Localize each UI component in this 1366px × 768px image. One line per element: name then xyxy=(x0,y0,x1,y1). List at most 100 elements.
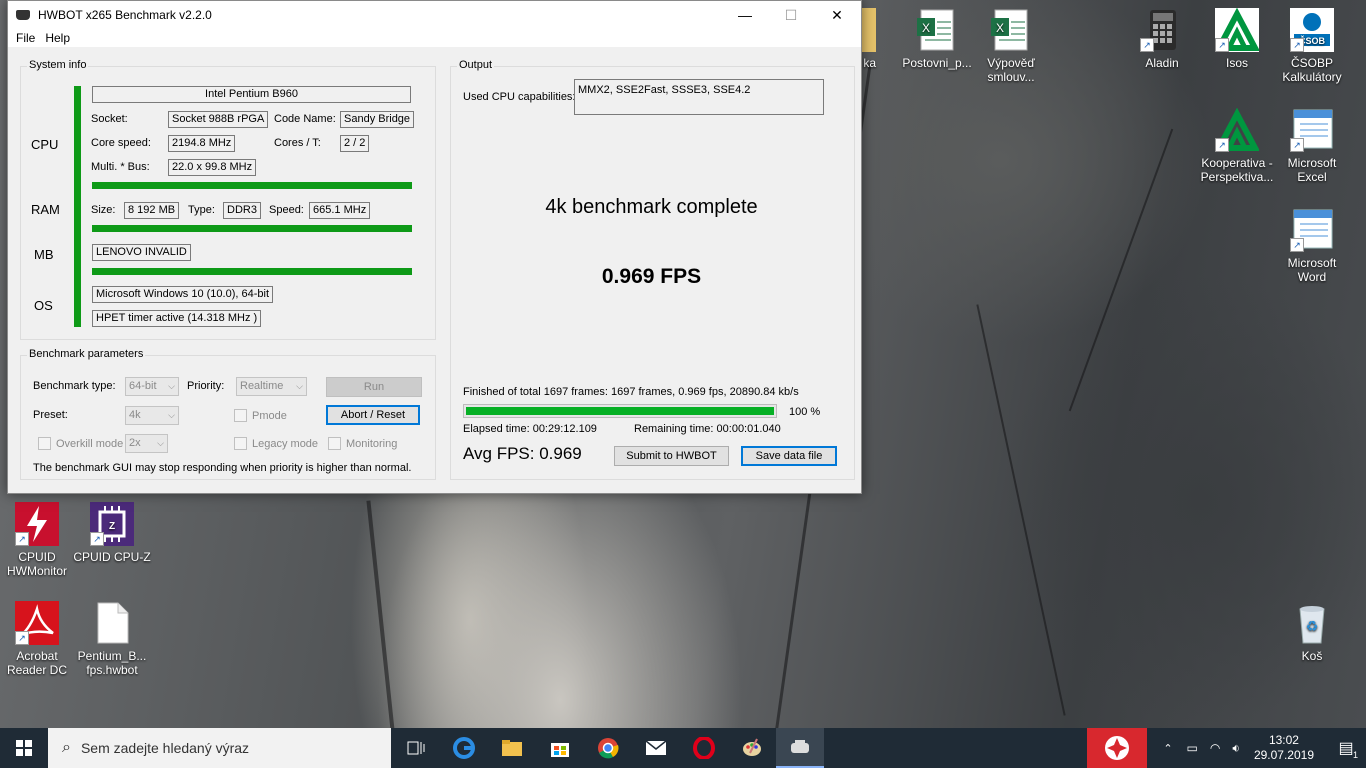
timer-value: HPET timer active (14.318 MHz ) xyxy=(92,310,262,327)
desktop-icon-acrobat[interactable]: ↗ Acrobat Reader DC xyxy=(0,601,76,677)
shortcut-arrow-icon: ↗ xyxy=(1215,38,1229,52)
chrome-icon[interactable] xyxy=(584,728,632,768)
close-button[interactable]: ✕ xyxy=(814,1,860,29)
run-button[interactable]: Run xyxy=(326,377,422,397)
windows-logo-icon xyxy=(16,740,32,756)
legacy-mode-checkbox[interactable]: Legacy mode xyxy=(234,437,318,450)
desktop-icon-word[interactable]: ↗ Microsoft Word xyxy=(1273,208,1351,284)
hwmonitor-icon: ↗ xyxy=(15,502,59,546)
clock[interactable]: 13:02 29.07.2019 xyxy=(1254,733,1314,763)
ram-speed-value: 665.1 MHz xyxy=(309,202,371,219)
desktop-icon-kooperativa[interactable]: ↗ Kooperativa - Perspektiva... xyxy=(1198,107,1276,184)
rock-crack xyxy=(366,500,398,728)
pmode-checkbox[interactable]: Pmode xyxy=(234,409,287,422)
codename-label: Code Name: xyxy=(274,113,336,125)
desktop-icon-csob[interactable]: ČSOB ↗ ČSOBP Kalkulátory xyxy=(1273,8,1351,84)
priority-select[interactable]: Realtime ⌵ xyxy=(236,377,307,396)
taskbar-search[interactable]: ⌕ Sem zadejte hledaný výraz xyxy=(48,728,391,768)
monitoring-checkbox[interactable]: Monitoring xyxy=(328,437,397,450)
separator-bar xyxy=(92,268,412,275)
title-bar[interactable]: HWBOT x265 Benchmark v2.2.0 — ☐ ✕ xyxy=(8,1,861,29)
taskbar-apps xyxy=(392,728,824,768)
multi-value: 22.0 x 99.8 MHz xyxy=(168,159,257,176)
preset-select[interactable]: 4k ⌵ xyxy=(125,406,179,425)
checkbox-box xyxy=(38,437,51,450)
desktop-icon-recycle[interactable]: ♻ Koš xyxy=(1273,601,1351,663)
separator-bar xyxy=(92,225,412,232)
cpu-caps-label: Used CPU capabilities: xyxy=(463,91,576,103)
mail-icon[interactable] xyxy=(632,728,680,768)
wifi-icon[interactable]: ◠ xyxy=(1210,741,1220,755)
status-message: 4k benchmark complete xyxy=(545,196,758,218)
avg-fps: Avg FPS: 0.969 xyxy=(463,444,582,463)
fps-result: 0.969 FPS xyxy=(601,265,702,288)
chevron-down-icon: ⌵ xyxy=(296,381,303,391)
battery-icon[interactable]: ▭ xyxy=(1187,741,1198,755)
shortcut-arrow-icon: ↗ xyxy=(90,532,104,546)
priority-label: Priority: xyxy=(187,380,225,392)
separator-bar xyxy=(92,182,412,189)
hwbot-window[interactable]: HWBOT x265 Benchmark v2.2.0 — ☐ ✕ File H… xyxy=(7,0,862,494)
shortcut-arrow-icon: ↗ xyxy=(15,532,29,546)
volume-icon[interactable]: 🔉︎ xyxy=(1232,741,1240,756)
ram-section-label: RAM xyxy=(31,202,60,217)
overkill-select[interactable]: 2x ⌵ xyxy=(125,434,168,453)
task-view-icon[interactable] xyxy=(392,728,440,768)
recycle-bin-icon: ♻ xyxy=(1290,601,1334,645)
search-icon: ⌕ xyxy=(62,739,71,756)
maximize-button[interactable]: ☐ xyxy=(768,1,814,29)
clock-date: 29.07.2019 xyxy=(1253,748,1314,762)
edge-icon[interactable] xyxy=(440,728,488,768)
menu-help[interactable]: Help xyxy=(40,31,75,45)
minimize-button[interactable]: — xyxy=(722,1,768,29)
preset-label: Preset: xyxy=(33,409,68,421)
codename-value: Sandy Bridge xyxy=(340,111,415,128)
menu-bar: File Help xyxy=(8,29,861,47)
desktop-icon-cpuz[interactable]: Z ↗ CPUID CPU-Z xyxy=(73,502,151,564)
socket-label: Socket: xyxy=(91,113,128,125)
csob-logo-icon: ČSOB ↗ xyxy=(1290,8,1334,52)
priority-warning: The benchmark GUI may stop responding wh… xyxy=(33,462,412,474)
overkill-checkbox[interactable]: Overkill mode xyxy=(38,437,123,450)
paint-icon[interactable] xyxy=(728,728,776,768)
desktop-icon-hwmonitor[interactable]: ↗ CPUID HWMonitor xyxy=(0,502,76,578)
hwbot-taskbar-icon[interactable] xyxy=(776,728,824,768)
remaining-time: Remaining time: 00:00:01.040 xyxy=(634,423,781,435)
elapsed-time: Elapsed time: 00:29:12.109 xyxy=(463,423,597,435)
system-info-label: System info xyxy=(27,59,89,71)
desktop-icon-hwbot-file[interactable]: Pentium_B... fps.hwbot xyxy=(73,601,151,677)
excel-app-icon: ↗ xyxy=(1290,108,1334,152)
cpu-caps-value: MMX2, SSE2Fast, SSSE3, SSE4.2 xyxy=(574,79,824,115)
chevron-up-icon[interactable]: ⌃ xyxy=(1163,742,1172,755)
start-button[interactable] xyxy=(0,728,48,768)
ram-type-label: Type: xyxy=(188,204,215,216)
svg-text:Z: Z xyxy=(109,521,115,532)
acrobat-icon: ↗ xyxy=(15,601,59,645)
desktop-icon-aladin[interactable]: ↗ Aladin xyxy=(1123,8,1201,70)
file-explorer-icon[interactable] xyxy=(488,728,536,768)
submit-hwbot-button[interactable]: Submit to HWBOT xyxy=(614,446,729,466)
progress-fill xyxy=(466,407,774,415)
save-data-file-button[interactable]: Save data file xyxy=(741,446,837,466)
desktop-icon-vypoved[interactable]: X Výpověď smlouv... xyxy=(972,8,1050,84)
search-placeholder: Sem zadejte hledaný výraz xyxy=(80,740,250,756)
desktop-icon-postovni[interactable]: X Postovni_p... xyxy=(898,8,976,70)
abort-reset-button[interactable]: Abort / Reset xyxy=(326,405,420,425)
benchmark-type-select[interactable]: 64-bit ⌵ xyxy=(125,377,179,396)
multi-label: Multi. * Bus: xyxy=(91,161,150,173)
desktop-icon-excel[interactable]: ↗ Microsoft Excel xyxy=(1273,108,1351,184)
menu-file[interactable]: File xyxy=(11,31,40,45)
opera-icon[interactable] xyxy=(680,728,728,768)
app-icon xyxy=(16,10,30,20)
ram-size-label: Size: xyxy=(91,204,116,216)
notification-center-icon[interactable]: ▤ 1 xyxy=(1326,728,1366,768)
kooperativa-logo-icon: ↗ xyxy=(1214,7,1260,52)
shortcut-arrow-icon: ↗ xyxy=(1215,138,1229,152)
chevron-down-icon: ⌵ xyxy=(157,438,164,448)
tray-app-icon[interactable] xyxy=(1087,728,1148,768)
store-icon[interactable] xyxy=(536,728,584,768)
shortcut-arrow-icon: ↗ xyxy=(1290,38,1304,52)
ram-speed-label: Speed: xyxy=(269,204,304,216)
output-label: Output xyxy=(457,59,495,71)
desktop-icon-isos[interactable]: ↗ Isos xyxy=(1198,7,1276,70)
